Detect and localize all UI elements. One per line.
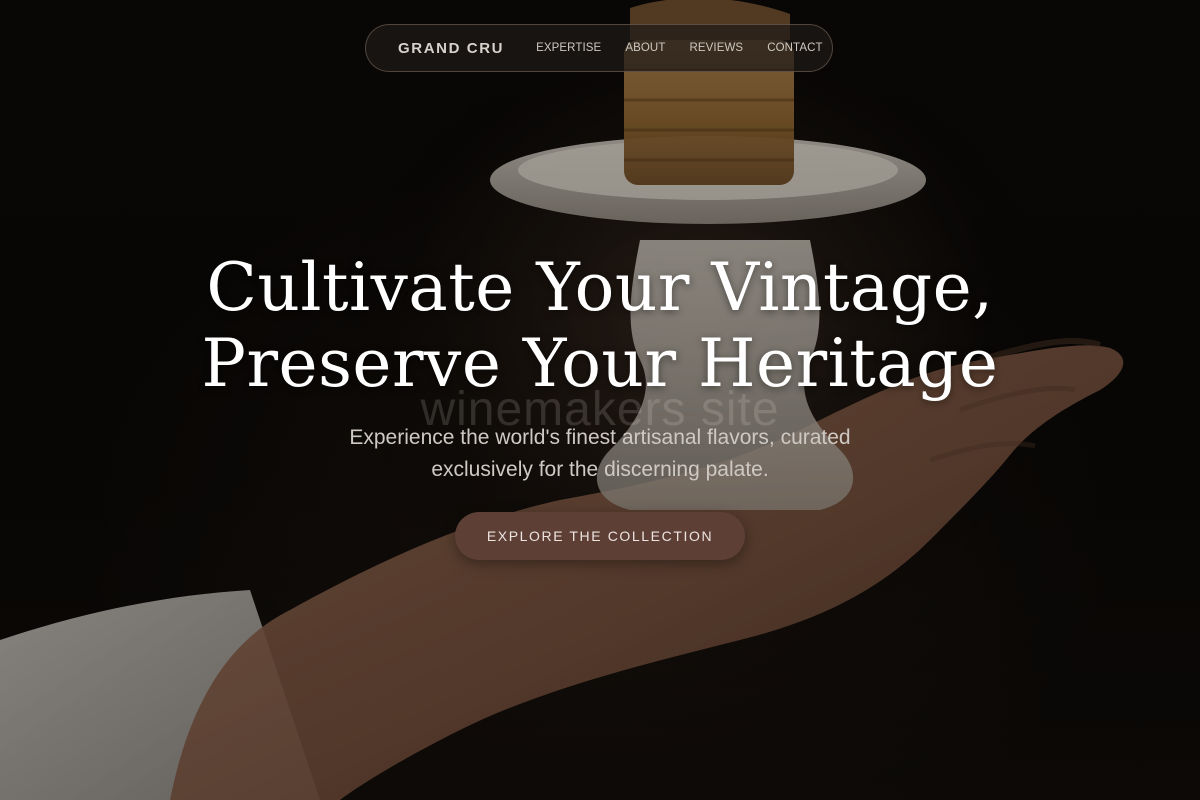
hero-headline-line-2: Preserve Your Heritage (201, 325, 999, 402)
nav-link-reviews[interactable]: REVIEWS (689, 42, 743, 54)
hero-subtitle: Experience the world's finest artisanal … (349, 426, 851, 481)
hero-headline: Cultivate Your Vintage, Preserve Your He… (0, 250, 1200, 402)
brand-logo[interactable]: GRAND CRU (398, 40, 504, 57)
hero-headline-line-1: Cultivate Your Vintage, (206, 249, 994, 326)
hero-section: GRAND CRU EXPERTISE ABOUT REVIEWS CONTAC… (0, 0, 1200, 800)
explore-collection-button[interactable]: EXPLORE THE COLLECTION (455, 512, 745, 560)
top-navigation: GRAND CRU EXPERTISE ABOUT REVIEWS CONTAC… (365, 24, 833, 72)
nav-link-expertise[interactable]: EXPERTISE (536, 42, 601, 54)
nav-link-about[interactable]: ABOUT (625, 42, 665, 54)
nav-link-contact[interactable]: CONTACT (767, 42, 822, 54)
nav-links: EXPERTISE ABOUT REVIEWS CONTACT (536, 42, 823, 54)
